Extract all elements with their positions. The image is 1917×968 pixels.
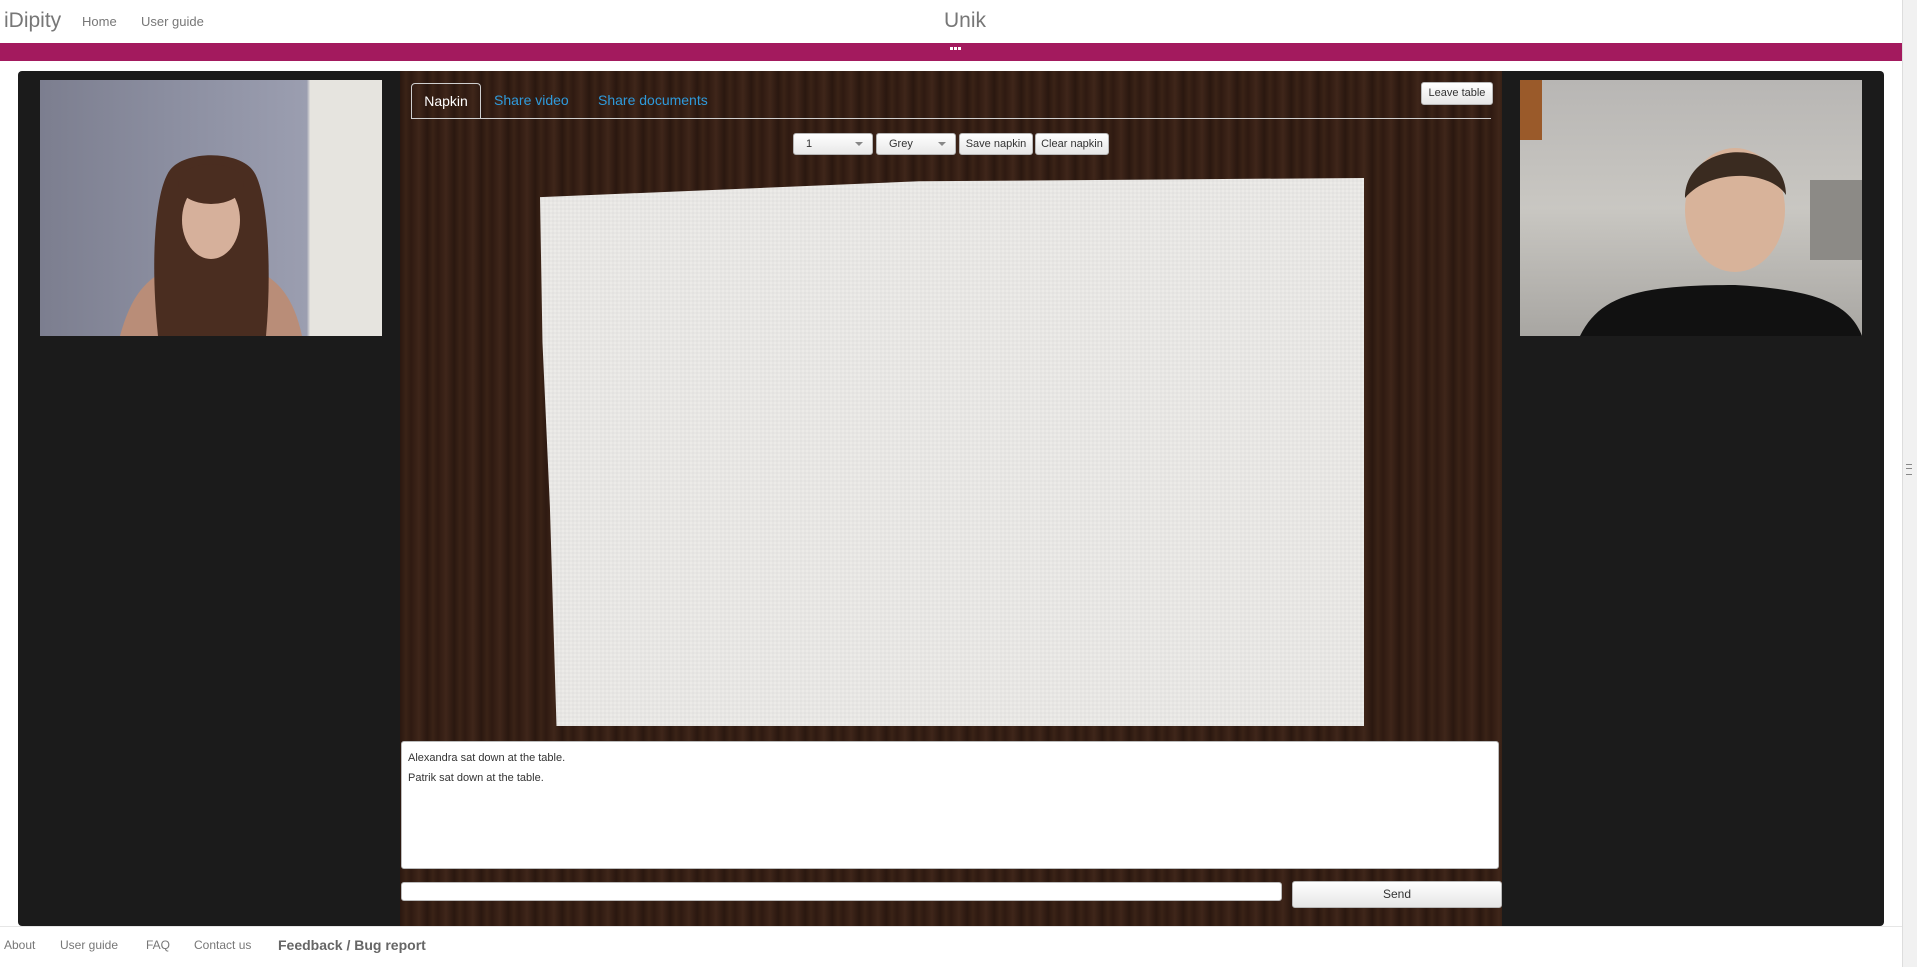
footer-user-guide[interactable]: User guide <box>60 938 118 952</box>
page-title: Unik <box>944 9 987 32</box>
chat-log[interactable]: Alexandra sat down at the table. Patrik … <box>401 741 1499 869</box>
chevron-down-icon <box>938 142 946 146</box>
footer-about[interactable]: About <box>4 938 35 952</box>
chevron-down-icon <box>855 142 863 146</box>
leave-table-button[interactable]: Leave table <box>1421 82 1493 105</box>
chat-message: Alexandra sat down at the table. <box>408 752 566 764</box>
send-button[interactable]: Send <box>1292 881 1502 908</box>
person-silhouette-icon <box>1520 80 1862 336</box>
napkin-canvas[interactable] <box>540 178 1364 726</box>
nav-home[interactable]: Home <box>82 14 117 29</box>
tabs-divider <box>411 118 1491 119</box>
pen-size-value: 1 <box>806 138 813 150</box>
brand-logo[interactable]: iDipity <box>4 9 61 33</box>
pen-color-value: Grey <box>889 138 913 150</box>
chat-input[interactable] <box>401 882 1282 901</box>
person-silhouette-icon <box>120 155 302 336</box>
footer-feedback[interactable]: Feedback / Bug report <box>278 937 426 953</box>
page-scrollbar[interactable] <box>1902 0 1917 967</box>
scrollbar-grip-icon[interactable] <box>1906 464 1912 475</box>
webcam-video-right <box>1520 80 1862 336</box>
footer: About User guide FAQ Contact us Feedback… <box>0 926 1902 968</box>
pen-color-select[interactable]: Grey <box>876 133 956 155</box>
pen-size-select[interactable]: 1 <box>793 133 873 155</box>
tab-share-documents[interactable]: Share documents <box>598 83 708 118</box>
tab-share-video[interactable]: Share video <box>494 83 569 118</box>
webcam-video-left <box>40 80 382 336</box>
save-napkin-button[interactable]: Save napkin <box>959 133 1033 155</box>
accent-bar <box>0 43 1902 61</box>
chat-message: Patrik sat down at the table. <box>408 772 544 784</box>
footer-contact-us[interactable]: Contact us <box>194 938 251 952</box>
nav-user-guide[interactable]: User guide <box>141 14 204 29</box>
clear-napkin-button[interactable]: Clear napkin <box>1035 133 1109 155</box>
collapse-handle-icon[interactable] <box>950 47 962 51</box>
footer-faq[interactable]: FAQ <box>146 938 170 952</box>
tab-napkin[interactable]: Napkin <box>411 83 481 119</box>
top-navbar: iDipity Home User guide Unik <box>0 0 1902 44</box>
